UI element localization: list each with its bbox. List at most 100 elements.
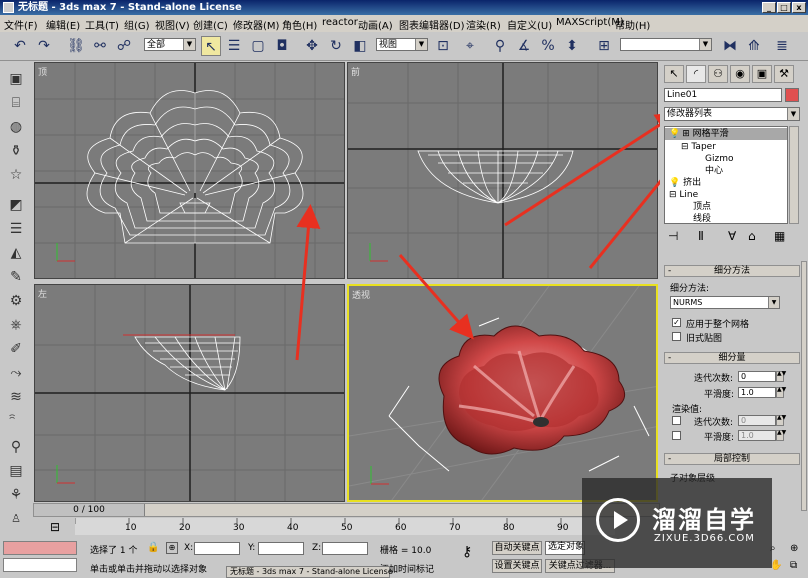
ruler-tick-label: 70 xyxy=(449,523,461,533)
stack-label: 网格平滑 xyxy=(692,129,729,139)
rollout-title: 局部控制 xyxy=(713,454,750,464)
modifier-list-label: 修改器列表 xyxy=(667,109,713,119)
spinner-arrows-icon[interactable]: ▲▼ xyxy=(776,430,786,441)
minus-icon: ⊟ xyxy=(669,190,677,200)
mini-curve-editor-icon[interactable]: ⊟ xyxy=(40,520,70,534)
absolute-mode-icon[interactable]: ⊕ xyxy=(166,542,178,554)
selected-set-dropdown[interactable]: 选定对象 xyxy=(545,541,585,555)
render-smoothness-spinner[interactable]: 1.0 xyxy=(738,430,776,441)
modify-tab-icon[interactable]: ◜ xyxy=(686,65,706,83)
chevron-down-icon: ▼ xyxy=(768,297,779,308)
spinner-arrows-icon[interactable]: ▲▼ xyxy=(776,371,786,382)
display-tab-icon[interactable]: ▣ xyxy=(752,65,772,83)
object-name-field[interactable]: Line01 xyxy=(664,88,782,102)
rollout-minus-icon: - xyxy=(668,353,672,363)
hierarchy-tab-icon[interactable]: ⚇ xyxy=(708,65,728,83)
track-bar[interactable]: 10 20 30 40 50 60 70 80 90 xyxy=(75,518,615,535)
chevron-down-icon: ▼ xyxy=(787,108,799,120)
render-iterations-spinner[interactable]: 0 xyxy=(738,415,776,426)
stack-label: Line xyxy=(679,190,699,200)
grid-size: 栅格 = 10.0 xyxy=(380,546,432,556)
rollout-local-control[interactable]: - 局部控制 xyxy=(664,453,800,465)
watermark-name: 溜溜自学 xyxy=(652,506,756,534)
create-tab-icon[interactable]: ↖ xyxy=(664,65,684,83)
plus-icon: ⊞ xyxy=(682,129,690,139)
iterations-spinner[interactable]: 0 xyxy=(738,371,776,382)
x-label: X: xyxy=(184,543,194,553)
spinner-arrows-icon[interactable]: ▲▼ xyxy=(776,415,786,426)
pin-stack-icon[interactable]: ⊣ xyxy=(668,229,678,243)
auto-key-button[interactable]: 自动关键点 xyxy=(492,541,542,555)
stack-item-gizmo[interactable]: Gizmo xyxy=(705,153,733,165)
render-smoothness-label: 平滑度: xyxy=(704,433,735,443)
ruler-tick-label: 60 xyxy=(395,523,407,533)
ruler-tick-label: 10 xyxy=(125,523,137,533)
smoothness-spinner[interactable]: 1.0 xyxy=(738,387,776,398)
y-coord-field[interactable] xyxy=(258,542,304,555)
rollout-title: 细分量 xyxy=(718,353,746,363)
taskbar-button[interactable]: 无标题 - 3ds max 7 - Stand-alone License xyxy=(226,566,393,578)
maximize-viewport-icon[interactable]: ⧉ xyxy=(790,560,797,571)
render-values-label: 渲染值: xyxy=(672,405,703,415)
watermark-play-icon xyxy=(596,498,640,542)
rollout-minus-icon: - xyxy=(668,266,672,276)
watermark-url: ZIXUE.3D66.COM xyxy=(654,533,755,544)
rollout-title: 细分方法 xyxy=(713,266,750,276)
zoom-all-icon[interactable]: ⊕ xyxy=(790,543,798,554)
show-end-result-icon[interactable]: Ⅱ xyxy=(698,229,704,243)
set-key-button[interactable]: 设置关键点 xyxy=(492,559,542,573)
old-style-mapping-label: 旧式贴图 xyxy=(686,334,723,344)
stack-item-meshsmooth[interactable]: 💡 ⊞ 网格平滑 xyxy=(665,128,787,140)
stack-scrollbar[interactable] xyxy=(789,126,799,224)
watermark: 溜溜自学 ZIXUE.3D66.COM xyxy=(582,478,772,568)
status-prompt: 单击或单击并拖动以选择对象 xyxy=(90,565,208,575)
key-icon[interactable]: ⚷ xyxy=(462,544,472,560)
object-color-swatch[interactable] xyxy=(785,88,799,102)
subdiv-method-dropdown[interactable]: NURMS ▼ xyxy=(670,296,780,309)
panel-scrollbar[interactable] xyxy=(801,261,807,511)
maxscript-input-mini[interactable] xyxy=(3,558,77,572)
apply-whole-mesh-label: 应用于整个网格 xyxy=(686,320,750,330)
stack-item-extrude[interactable]: 💡 挤出 xyxy=(669,177,701,189)
time-slider-thumb[interactable]: 0 / 100 xyxy=(34,504,145,516)
stack-item-line[interactable]: ⊟ Line xyxy=(669,189,698,201)
stack-item-segment[interactable]: 线段 xyxy=(693,213,711,225)
ruler-tick-label: 50 xyxy=(341,523,353,533)
lightbulb-icon: 💡 xyxy=(669,178,681,188)
rollout-subdivision-method[interactable]: - 细分方法 xyxy=(664,265,800,277)
stack-item-taper[interactable]: ⊟ Taper xyxy=(681,141,716,153)
render-iterations-checkbox[interactable] xyxy=(672,416,681,425)
z-coord-field[interactable] xyxy=(322,542,368,555)
arrow-to-modlist xyxy=(504,111,681,227)
time-slider[interactable]: 0 / 100 xyxy=(33,503,660,517)
render-smoothness-checkbox[interactable] xyxy=(672,431,681,440)
command-panel: ↖ ◜ ⚇ ◉ ▣ ⚒ Line01 修改器列表 ▼ 💡 ⊞ 网格平滑 ⊟ Tape… xyxy=(660,61,808,516)
ruler-tick-label: 80 xyxy=(503,523,515,533)
subdiv-method-label: 细分方法: xyxy=(670,284,710,294)
ruler-tick-label: 90 xyxy=(557,523,569,533)
rollout-subdivision-amount[interactable]: - 细分量 xyxy=(664,352,800,364)
z-label: Z: xyxy=(312,543,322,553)
ruler-tick-label: 40 xyxy=(287,523,299,533)
ruler-tick-label: 20 xyxy=(179,523,191,533)
lock-icon[interactable]: 🔒 xyxy=(147,542,159,553)
render-iterations-label: 迭代次数: xyxy=(694,418,734,428)
x-coord-field[interactable] xyxy=(194,542,240,555)
modifier-list-dropdown[interactable]: 修改器列表 ▼ xyxy=(664,107,800,121)
subdiv-method-value: NURMS xyxy=(673,298,703,307)
rollout-minus-icon: - xyxy=(668,454,672,464)
maxscript-listener-mini[interactable] xyxy=(3,541,77,555)
spinner-arrows-icon[interactable]: ▲▼ xyxy=(776,387,786,398)
ruler-tick-label: 30 xyxy=(233,523,245,533)
apply-whole-mesh-checkbox[interactable]: ✓ xyxy=(672,318,681,327)
stack-item-center[interactable]: 中心 xyxy=(705,165,723,177)
remove-modifier-icon[interactable]: ⌂ xyxy=(748,229,756,243)
old-style-mapping-checkbox[interactable] xyxy=(672,332,681,341)
motion-tab-icon[interactable]: ◉ xyxy=(730,65,750,83)
make-unique-icon[interactable]: ∀ xyxy=(728,229,736,243)
arrow-left-up xyxy=(295,204,321,361)
selection-count: 选择了 1 个 xyxy=(90,546,138,556)
stack-item-vertex[interactable]: 顶点 xyxy=(693,201,711,213)
utilities-tab-icon[interactable]: ⚒ xyxy=(774,65,794,83)
configure-sets-icon[interactable]: ▦ xyxy=(774,229,785,243)
